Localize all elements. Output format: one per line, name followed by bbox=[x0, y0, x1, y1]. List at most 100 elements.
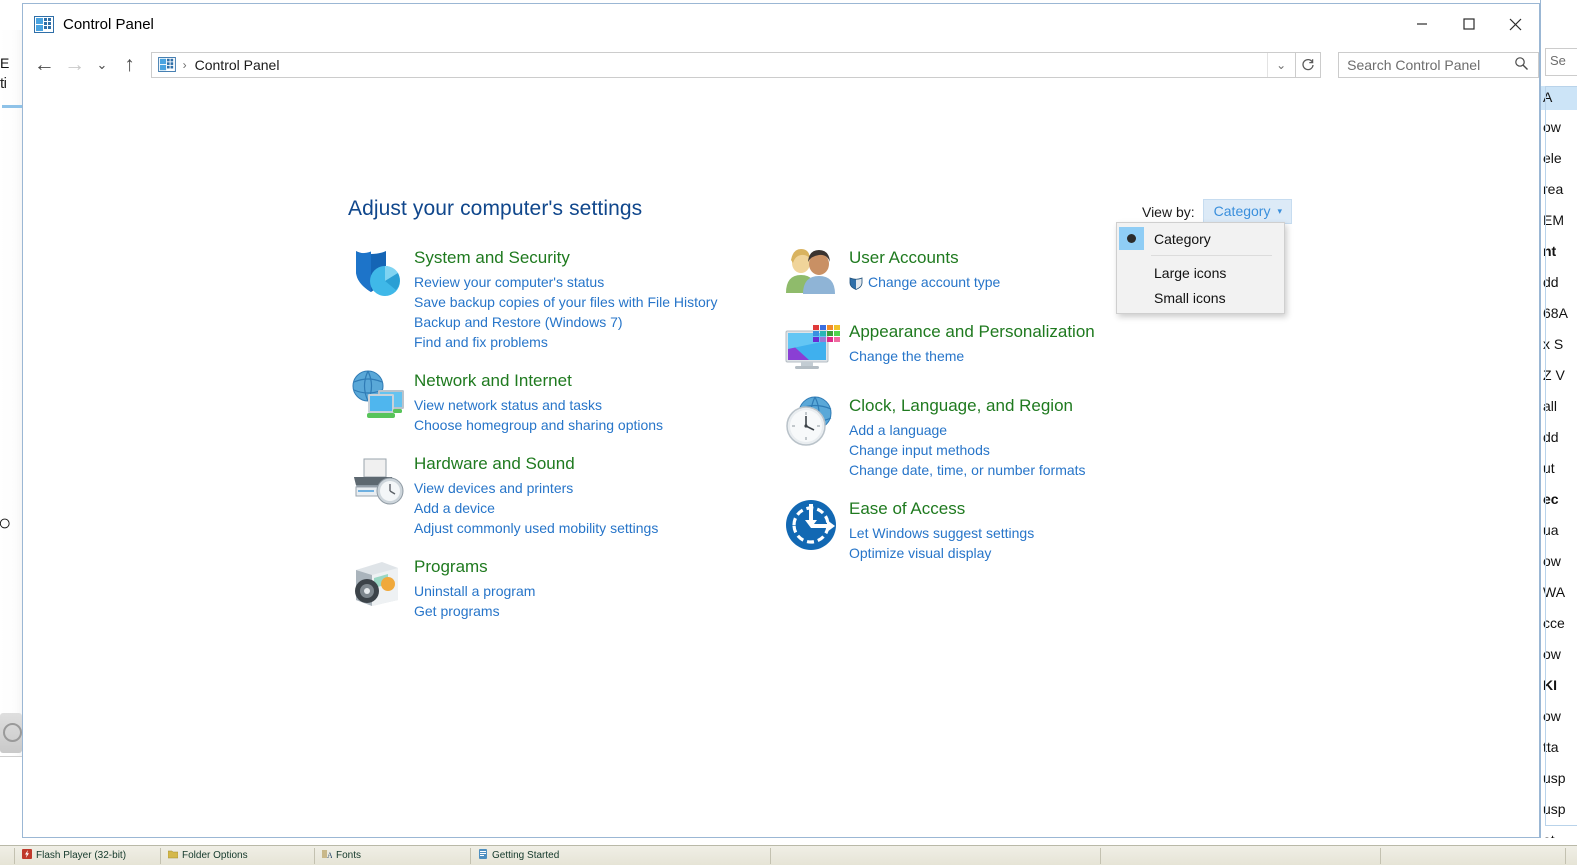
category-link[interactable]: Save backup copies of your files with Fi… bbox=[414, 292, 717, 312]
background-list-row: ow bbox=[1543, 119, 1561, 135]
category-link-label: Uninstall a program bbox=[414, 583, 536, 599]
taskbar-item[interactable]: Getting Started bbox=[478, 846, 559, 865]
category-link[interactable]: Change date, time, or number formats bbox=[849, 460, 1086, 480]
back-button[interactable]: ← bbox=[29, 49, 59, 80]
category-link[interactable]: Uninstall a program bbox=[414, 581, 535, 601]
category-link[interactable]: View network status and tasks bbox=[414, 395, 663, 415]
category-link[interactable]: Let Windows suggest settings bbox=[849, 523, 1034, 543]
background-list-row: 68A bbox=[1543, 305, 1568, 321]
background-list-row: ele bbox=[1543, 150, 1562, 166]
desktop-gap bbox=[0, 838, 1577, 845]
category-programs: Programs Uninstall a program Get programs bbox=[348, 554, 768, 621]
background-list-row: usp bbox=[1543, 801, 1566, 817]
category-link-label: Backup and Restore (Windows 7) bbox=[414, 314, 623, 330]
category-link[interactable]: Adjust commonly used mobility settings bbox=[414, 518, 658, 538]
category-link[interactable]: Find and fix problems bbox=[414, 332, 717, 352]
taskbar-item-label: Folder Options bbox=[182, 850, 248, 861]
close-button[interactable] bbox=[1492, 4, 1539, 44]
search-input[interactable]: Search Control Panel bbox=[1347, 57, 1480, 73]
category-link[interactable]: Review your computer's status bbox=[414, 272, 717, 292]
view-by-control: View by: Category ▾ bbox=[1142, 199, 1292, 224]
category-link-label: Let Windows suggest settings bbox=[849, 525, 1035, 541]
category-link-label: View network status and tasks bbox=[414, 397, 603, 413]
background-list-row: WA bbox=[1543, 584, 1566, 600]
category-body: System and Security Review your computer'… bbox=[414, 245, 717, 352]
category-link-label: Add a device bbox=[414, 500, 495, 516]
background-list-row: ow bbox=[1543, 553, 1561, 569]
printer-hardware-icon[interactable] bbox=[348, 451, 408, 509]
search-box[interactable]: Search Control Panel bbox=[1338, 51, 1540, 78]
taskbar[interactable]: Flash Player (32-bit) Folder Options A Font… bbox=[0, 845, 1577, 865]
taskbar-item-label: Flash Player (32-bit) bbox=[36, 850, 127, 861]
recent-locations-button[interactable]: ⌄ bbox=[90, 49, 115, 80]
taskbar-item-label: Getting Started bbox=[492, 850, 560, 861]
up-button[interactable]: ↑ bbox=[114, 49, 144, 80]
breadcrumb[interactable]: Control Panel bbox=[195, 57, 280, 73]
refresh-icon bbox=[1302, 58, 1314, 70]
title-bar[interactable]: Control Panel bbox=[23, 4, 1539, 44]
ease-of-access-icon[interactable] bbox=[783, 496, 843, 554]
category-title[interactable]: Ease of Access bbox=[849, 498, 1034, 520]
category-title[interactable]: Appearance and Personalization bbox=[849, 321, 1095, 343]
chevron-down-icon: ▾ bbox=[1277, 205, 1282, 216]
category-title[interactable]: Programs bbox=[414, 556, 535, 578]
taskbar-item[interactable]: Flash Player (32-bit) bbox=[22, 846, 126, 865]
category-user-accounts: User Accounts Change account type bbox=[783, 245, 1213, 303]
appearance-monitor-icon[interactable] bbox=[783, 319, 843, 377]
background-list-row: Z V bbox=[1543, 367, 1565, 383]
category-title[interactable]: Clock, Language, and Region bbox=[849, 395, 1086, 417]
category-hardware-and-sound: Hardware and Sound View devices and print… bbox=[348, 451, 768, 538]
category-link-label: View devices and printers bbox=[414, 480, 574, 496]
background-list-row: ut bbox=[1543, 460, 1555, 476]
category-link[interactable]: Choose homegroup and sharing options bbox=[414, 415, 663, 435]
category-link[interactable]: Optimize visual display bbox=[849, 543, 1034, 563]
view-by-button[interactable]: Category ▾ bbox=[1202, 199, 1292, 224]
category-link-label: Change account type bbox=[868, 274, 1001, 290]
refresh-button[interactable] bbox=[1294, 51, 1322, 78]
category-body: Ease of Access Let Windows suggest settin… bbox=[849, 496, 1034, 563]
category-link[interactable]: Change the theme bbox=[849, 346, 1095, 366]
taskbar-item-label: Fonts bbox=[336, 850, 362, 861]
view-by-label: View by: bbox=[1141, 203, 1195, 220]
search-icon[interactable] bbox=[1514, 56, 1529, 74]
taskbar-item[interactable]: Folder Options bbox=[167, 846, 248, 865]
category-link[interactable]: Add a language bbox=[849, 420, 1086, 440]
minimize-button[interactable] bbox=[1398, 4, 1445, 44]
programs-disc-icon[interactable] bbox=[348, 554, 408, 612]
user-accounts-icon[interactable] bbox=[783, 245, 843, 303]
background-right-search-box: Se bbox=[1545, 48, 1577, 76]
category-link-label: Review your computer's status bbox=[414, 274, 605, 290]
address-bar[interactable]: › Control Panel ⌄ bbox=[150, 51, 1296, 78]
category-link[interactable]: View devices and printers bbox=[414, 478, 658, 498]
category-title[interactable]: Network and Internet bbox=[414, 370, 663, 392]
category-link[interactable]: Change input methods bbox=[849, 440, 1086, 460]
taskbar-separator bbox=[1565, 848, 1566, 864]
category-link[interactable]: Change account type bbox=[849, 272, 1000, 292]
category-clock-language-and-region: Clock, Language, and Region Add a languag… bbox=[783, 393, 1213, 480]
category-title[interactable]: Hardware and Sound bbox=[414, 453, 658, 475]
maximize-button[interactable] bbox=[1445, 4, 1492, 44]
chevron-down-icon[interactable]: ⌄ bbox=[1266, 52, 1295, 77]
clock-globe-icon[interactable] bbox=[783, 393, 843, 451]
background-list-row: KI bbox=[1543, 677, 1557, 693]
network-globe-icon[interactable] bbox=[348, 368, 408, 426]
taskbar-separator bbox=[770, 848, 771, 864]
category-link[interactable]: Add a device bbox=[414, 498, 658, 518]
category-title[interactable]: User Accounts bbox=[849, 247, 1000, 269]
taskbar-separator bbox=[1380, 848, 1381, 864]
background-left-text: ti bbox=[0, 75, 7, 92]
taskbar-separator bbox=[470, 848, 471, 864]
shield-security-icon[interactable] bbox=[348, 245, 408, 303]
category-link[interactable]: Backup and Restore (Windows 7) bbox=[414, 312, 717, 332]
category-column-left: System and Security Review your computer'… bbox=[348, 245, 768, 637]
category-title[interactable]: System and Security bbox=[414, 247, 717, 269]
taskbar-separator bbox=[14, 848, 15, 864]
flash-player-icon bbox=[22, 847, 32, 859]
category-link-label: Choose homegroup and sharing options bbox=[414, 417, 664, 433]
category-link-label: Change the theme bbox=[849, 348, 965, 364]
taskbar-item[interactable]: A Fonts bbox=[322, 846, 361, 865]
category-link-label: Adjust commonly used mobility settings bbox=[414, 520, 659, 536]
category-link[interactable]: Get programs bbox=[414, 601, 535, 621]
minimize-icon bbox=[1416, 23, 1427, 25]
background-list-row: all bbox=[1543, 398, 1558, 414]
